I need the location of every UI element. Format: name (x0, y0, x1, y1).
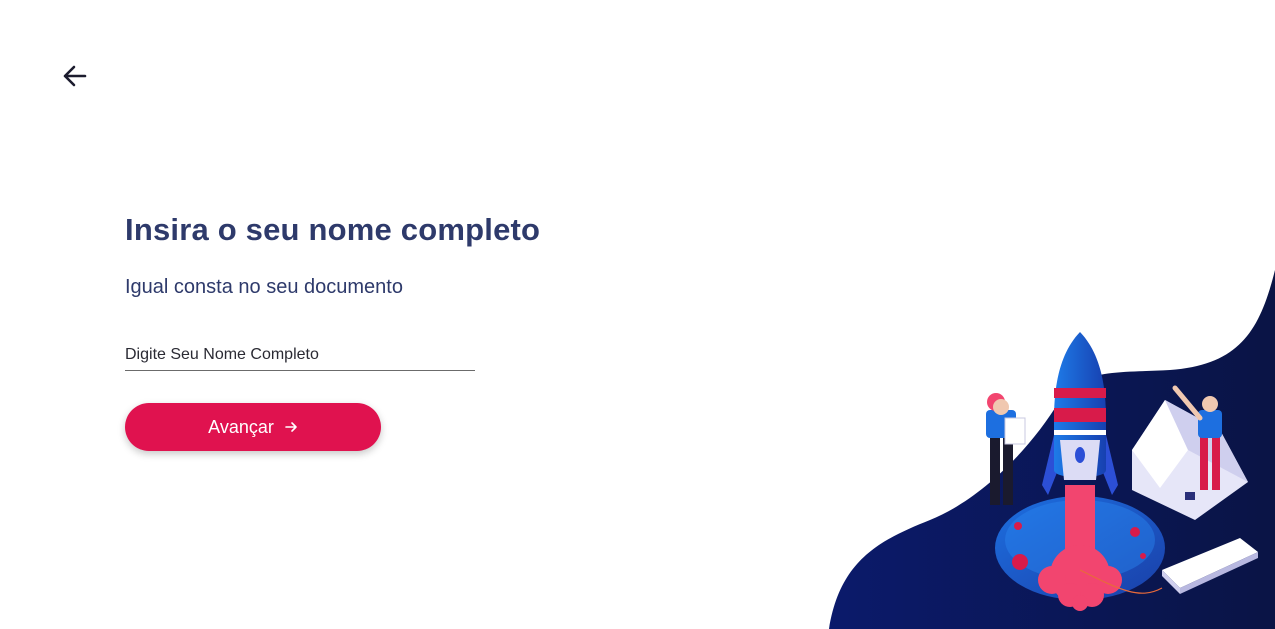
arrow-right-icon (285, 422, 297, 432)
arrow-left-icon (63, 65, 87, 87)
back-button[interactable] (58, 60, 90, 92)
full-name-input[interactable] (125, 346, 475, 371)
next-button-label: Avançar (208, 416, 274, 437)
form-container: Insira o seu nome completo Igual consta … (125, 208, 645, 451)
page-title: Insira o seu nome completo (125, 212, 541, 247)
next-button[interactable]: Avançar (125, 403, 381, 451)
rocket-launch-illustration (829, 270, 1275, 629)
name-field-container (125, 346, 475, 371)
page-subtitle: Igual consta no seu documento (125, 276, 403, 298)
page: Insira o seu nome completo Igual consta … (0, 0, 1275, 629)
